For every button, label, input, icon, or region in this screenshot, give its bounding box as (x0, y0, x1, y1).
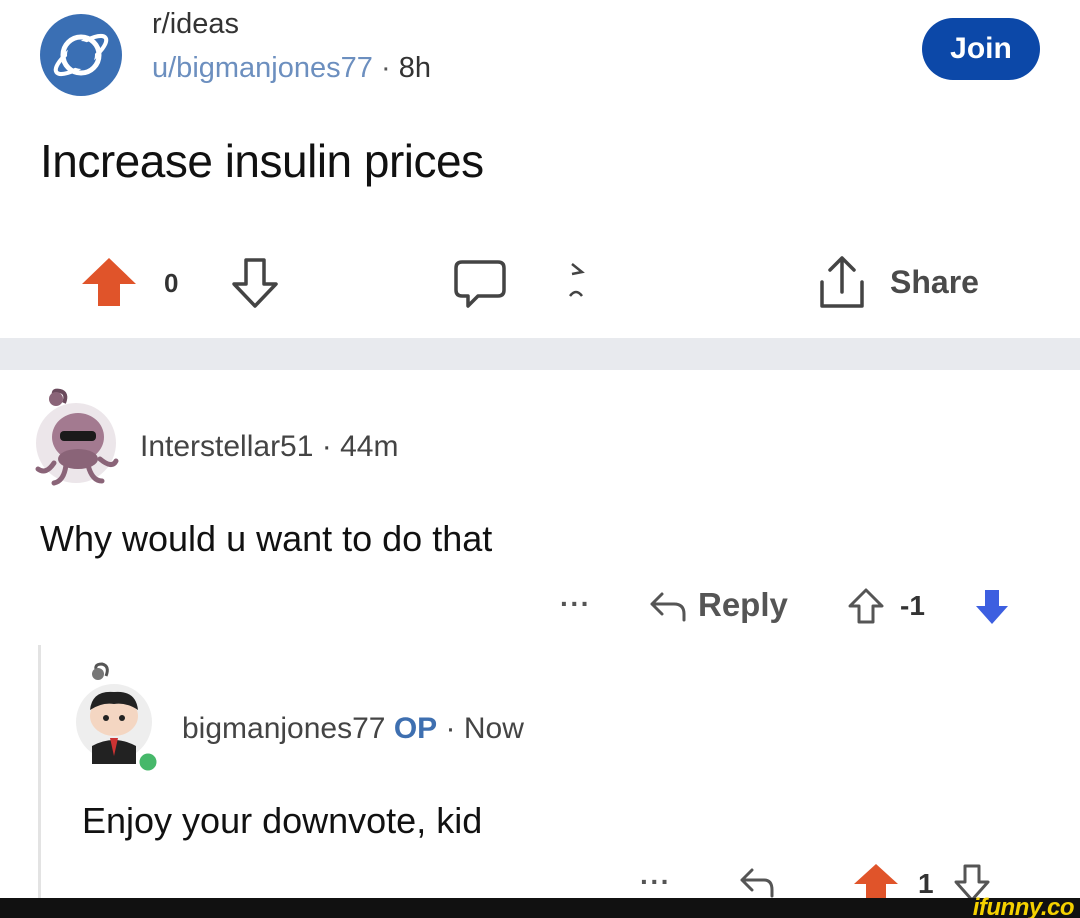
more-options-button[interactable]: ··· (640, 866, 671, 898)
separator-dot: · (321, 430, 332, 463)
separator-dot: · (380, 52, 391, 84)
section-divider (0, 338, 1080, 370)
comment-time: Now (463, 712, 524, 745)
comment-time: 44m (340, 430, 399, 463)
join-button[interactable]: Join (922, 18, 1040, 80)
subreddit-planet-icon[interactable] (40, 14, 122, 96)
separator-dot: · (445, 712, 456, 745)
comment-body: Enjoy your downvote, kid (82, 800, 483, 841)
comment-user-line: bigmanjones77 OP · Now (182, 712, 524, 746)
watermark: ifunny.co (972, 894, 1075, 918)
post-vote-count: 0 (164, 268, 179, 298)
op-badge: OP (393, 712, 438, 745)
post-author-line: u/bigmanjones77 · 8h (152, 52, 431, 85)
avatar[interactable] (70, 660, 170, 775)
share-icon[interactable] (814, 252, 870, 317)
comment-user-line: Interstellar51 · 44m (140, 430, 398, 464)
post-author-link[interactable]: u/bigmanjones77 (152, 52, 373, 84)
share-button[interactable]: Share (890, 264, 979, 301)
avatar[interactable] (26, 385, 126, 495)
comment-actions: ··· Reply -1 (550, 580, 1030, 632)
reply-button[interactable]: Reply (698, 586, 788, 624)
upvote-arrow-icon[interactable] (78, 254, 140, 315)
downvote-arrow-icon[interactable] (972, 586, 1012, 633)
award-icon[interactable] (564, 260, 588, 309)
post-action-bar: 0 Share (40, 250, 1040, 320)
comment-body: Why would u want to do that (40, 518, 493, 559)
reply-arrow-icon[interactable] (646, 586, 688, 631)
post-time: 8h (398, 52, 431, 84)
downvote-arrow-icon[interactable] (230, 254, 280, 315)
upvote-arrow-icon[interactable] (846, 586, 886, 631)
subreddit-name[interactable]: r/ideas (152, 8, 239, 41)
post-header: r/ideas u/bigmanjones77 · 8h Join (40, 8, 1040, 98)
comment-username[interactable]: bigmanjones77 (182, 712, 385, 745)
comment-bubble-icon[interactable] (452, 256, 508, 317)
post-title[interactable]: Increase insulin prices (40, 134, 484, 188)
thread-line (38, 645, 41, 905)
comment-score: -1 (900, 590, 925, 621)
comment-username[interactable]: Interstellar51 (140, 430, 313, 463)
more-options-button[interactable]: ··· (560, 588, 591, 620)
comment-score: 1 (918, 868, 934, 899)
footer-bar (0, 898, 1080, 918)
